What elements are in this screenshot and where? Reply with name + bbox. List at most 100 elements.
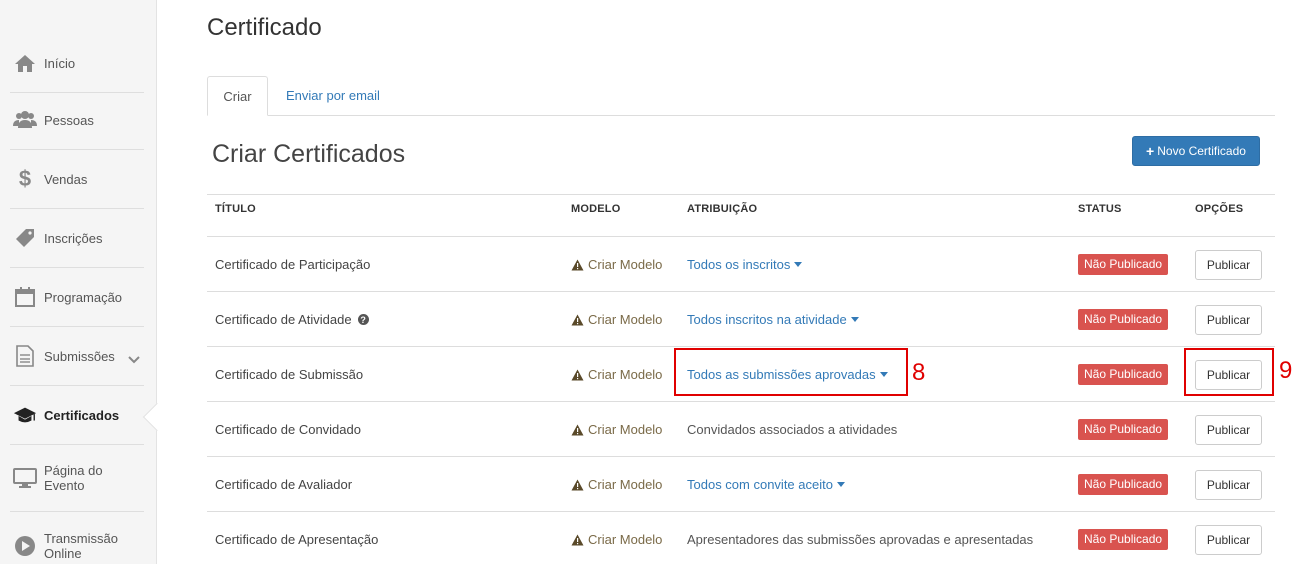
new-certificate-button[interactable]: + Novo Certificado (1132, 136, 1260, 166)
status-cell: Não Publicado (1078, 237, 1169, 292)
play-icon (13, 534, 37, 558)
status-cell: Não Publicado (1078, 457, 1169, 512)
sidebar-item-programacao[interactable]: Programação (10, 268, 144, 327)
create-model-link[interactable]: Criar Modelo (571, 402, 662, 457)
attribution-dropdown[interactable]: Todos os inscritos (687, 237, 803, 292)
annotation-box-9 (1184, 348, 1274, 396)
warning-icon (571, 479, 584, 490)
sidebar-item-label: Página do Evento (44, 463, 103, 493)
header-attribution: ATRIBUIÇÃO (687, 203, 758, 215)
attribution-dropdown[interactable]: Todos com convite aceito (687, 457, 845, 512)
status-cell: Não Publicado (1078, 402, 1169, 457)
chevron-down-icon[interactable] (128, 351, 140, 369)
dollar-icon: $ (18, 166, 32, 191)
table-row: Certificado de Participação Criar Modelo… (207, 236, 1275, 291)
create-model-label: Criar Modelo (588, 477, 663, 492)
cert-title: Certificado de Atividade (215, 312, 352, 327)
plus-icon: + (1146, 143, 1155, 159)
create-model-label: Criar Modelo (588, 532, 663, 547)
sidebar-item-pagina-do-evento[interactable]: Página do Evento (10, 445, 144, 512)
sidebar-item-label: Submissões (44, 348, 115, 364)
publish-button[interactable]: Publicar (1195, 249, 1262, 280)
status-badge: Não Publicado (1078, 309, 1169, 330)
options-cell: Publicar (1195, 292, 1262, 347)
warning-icon (571, 534, 584, 545)
create-model-link[interactable]: Criar Modelo (571, 237, 662, 292)
new-certificate-label: Novo Certificado (1157, 144, 1246, 158)
attribution-dropdown[interactable]: Todos inscritos na atividade (687, 292, 859, 347)
sidebar-item-label: Pessoas (44, 112, 94, 128)
table-row: Certificado de Apresentação Criar Modelo… (207, 511, 1275, 566)
home-icon (13, 51, 37, 75)
attribution-label: Todos com convite aceito (687, 477, 833, 492)
monitor-icon (13, 466, 37, 490)
header-status: STATUS (1078, 203, 1122, 215)
attribution-text: Apresentadores das submissões aprovadas … (687, 532, 1034, 547)
sidebar-item-submissoes[interactable]: Submissões (10, 327, 144, 386)
publish-button[interactable]: Publicar (1195, 524, 1262, 555)
tab-bar: Criar Enviar por email (207, 76, 1275, 116)
sidebar-item-inscricoes[interactable]: Inscrições (10, 209, 144, 268)
annotation-box-8 (674, 348, 908, 396)
cert-title: Certificado de Avaliador (215, 477, 353, 492)
create-model-link[interactable]: Criar Modelo (571, 292, 662, 347)
sidebar-item-transmissao-online[interactable]: Transmissão Online (10, 512, 144, 579)
options-cell: Publicar (1195, 457, 1262, 512)
header-options: OPÇÕES (1195, 203, 1244, 215)
status-badge: Não Publicado (1078, 254, 1169, 275)
cert-title: Certificado de Convidado (215, 422, 361, 437)
sidebar-item-vendas[interactable]: $ Vendas (10, 150, 144, 209)
caret-down-icon (836, 482, 845, 487)
annotation-label-9: 9 (1279, 357, 1293, 384)
cert-title: Certificado de Submissão (215, 367, 364, 382)
publish-button[interactable]: Publicar (1195, 414, 1262, 445)
header-model: MODELO (571, 203, 621, 215)
caret-down-icon (794, 262, 803, 267)
sidebar-item-certificados[interactable]: Certificados (10, 386, 144, 445)
users-icon (13, 108, 37, 132)
help-icon[interactable]: ? (357, 314, 369, 325)
caret-down-icon (850, 317, 859, 322)
sidebar-item-label: Inscrições (44, 230, 103, 246)
sidebar-item-pessoas[interactable]: Pessoas (10, 91, 144, 150)
sidebar-item-label: Programação (44, 289, 123, 305)
section-title: Criar Certificados (212, 140, 406, 168)
cert-title: Certificado de Apresentação (215, 532, 379, 547)
header-title: TÍTULO (215, 203, 256, 215)
tab-criar[interactable]: Criar (207, 76, 268, 116)
warning-icon (571, 369, 584, 380)
create-model-link[interactable]: Criar Modelo (571, 347, 662, 402)
warning-icon (571, 259, 584, 270)
table-header: TÍTULO MODELO ATRIBUIÇÃO STATUS OPÇÕES (207, 194, 1275, 236)
page-title: Certificado (207, 14, 322, 41)
publish-button[interactable]: Publicar (1195, 304, 1262, 335)
cert-title: Certificado de Participação (215, 257, 371, 272)
sidebar-item-inicio[interactable]: Início (10, 34, 144, 93)
create-model-link[interactable]: Criar Modelo (571, 457, 662, 512)
options-cell: Publicar (1195, 402, 1262, 457)
status-badge: Não Publicado (1078, 529, 1169, 550)
status-badge: Não Publicado (1078, 474, 1169, 495)
warning-icon (571, 314, 584, 325)
tab-enviar-por-email[interactable]: Enviar por email (286, 76, 380, 116)
attribution-label: Todos os inscritos (687, 257, 791, 272)
create-model-label: Criar Modelo (588, 422, 663, 437)
status-cell: Não Publicado (1078, 292, 1169, 347)
sidebar: Início Pessoas $ Vendas Inscrições Progr… (0, 0, 157, 564)
options-cell: Publicar (1195, 237, 1262, 292)
annotation-label-8: 8 (912, 359, 926, 386)
calendar-icon (13, 285, 37, 309)
status-badge: Não Publicado (1078, 419, 1169, 440)
options-cell: Publicar (1195, 512, 1262, 567)
create-model-label: Criar Modelo (588, 367, 663, 382)
publish-button[interactable]: Publicar (1195, 469, 1262, 500)
graduation-cap-icon (13, 403, 37, 427)
sidebar-item-label: Início (44, 55, 76, 71)
create-model-label: Criar Modelo (588, 312, 663, 327)
attribution-text: Convidados associados a atividades (687, 422, 898, 437)
table-row: Certificado de Avaliador Criar Modelo To… (207, 456, 1275, 511)
ticket-icon (13, 226, 37, 250)
create-model-link[interactable]: Criar Modelo (571, 512, 662, 567)
sidebar-item-label: Certificados (44, 407, 120, 423)
create-model-label: Criar Modelo (588, 257, 663, 272)
